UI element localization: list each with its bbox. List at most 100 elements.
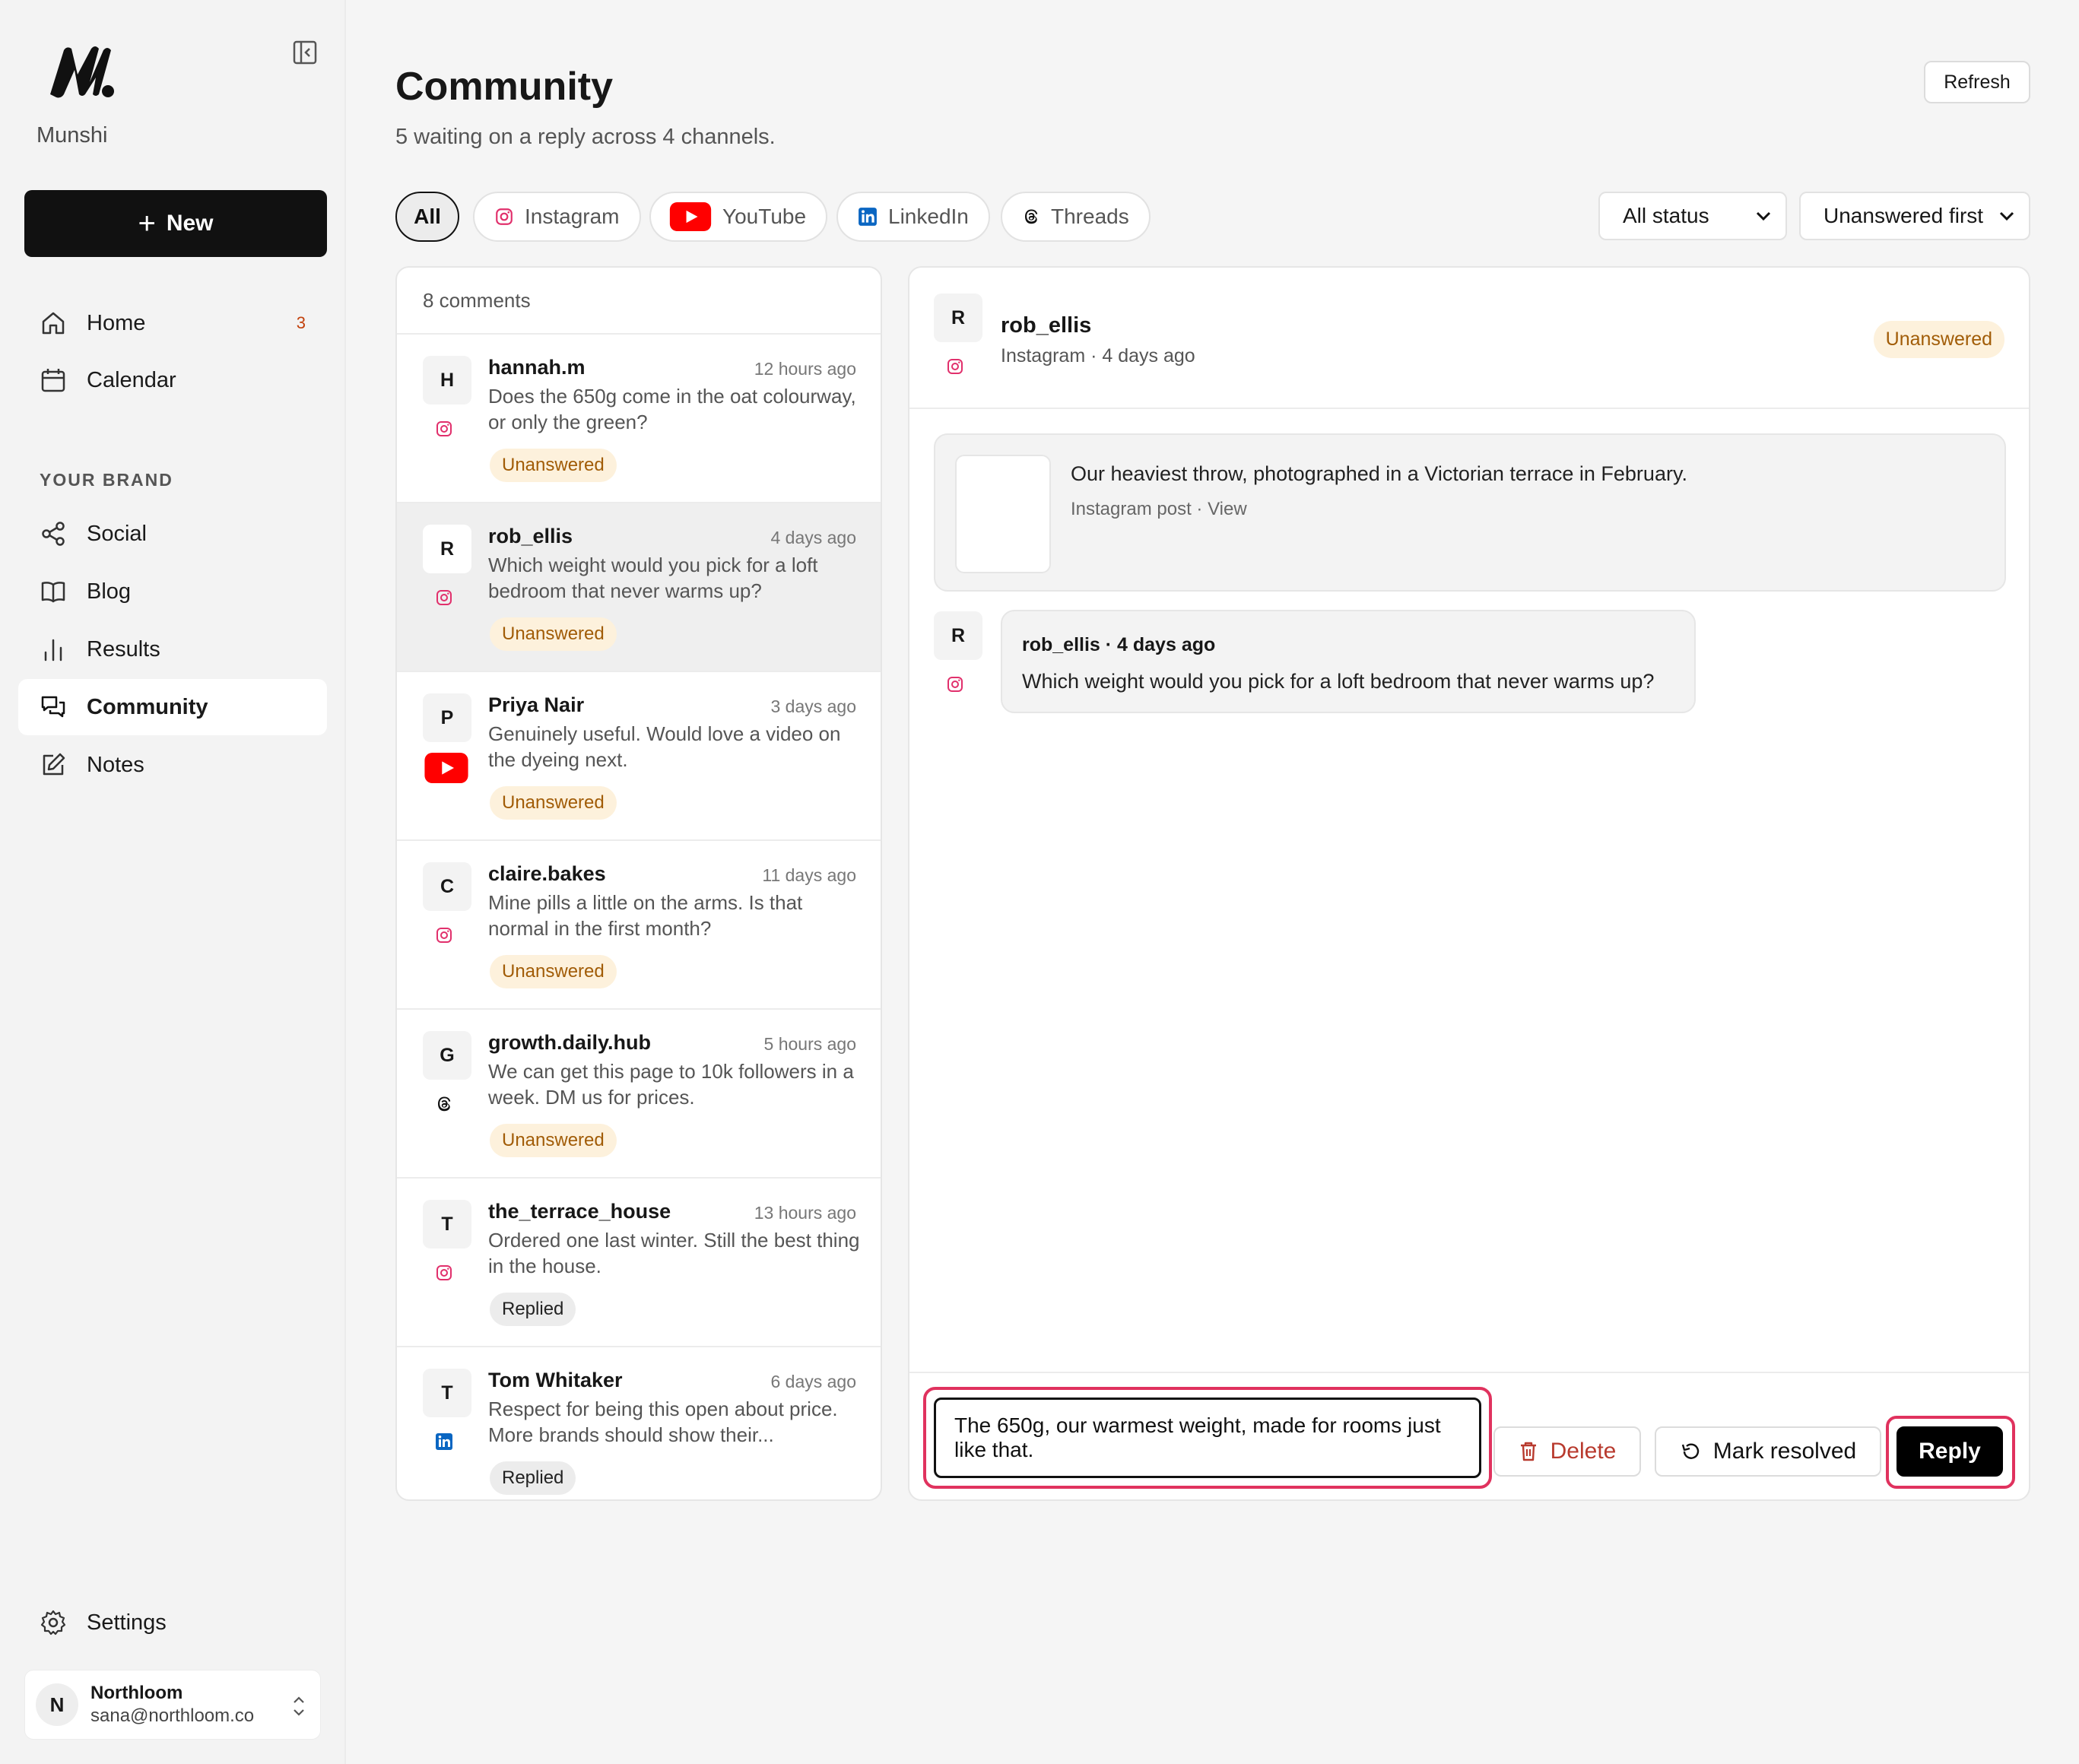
delete-button[interactable]: Delete xyxy=(1493,1426,1641,1477)
comment-text: We can get this page to 10k followers in… xyxy=(488,1060,854,1109)
notification-count-badge: 3 xyxy=(296,313,306,332)
sidebar-item-settings[interactable]: Settings xyxy=(18,1594,327,1651)
filter-chip-youtube[interactable]: YouTube xyxy=(649,192,828,242)
comment-list: 8 comments H hannah.m 12 hours ago Does … xyxy=(395,266,882,1501)
filter-chip-label: LinkedIn xyxy=(888,205,969,228)
detail-header: R rob_ellis Instagram · 4 days ago Unans… xyxy=(909,268,2029,409)
status-badge: Replied xyxy=(490,1293,576,1326)
bar-chart-icon xyxy=(44,639,62,662)
reply-button[interactable]: Reply xyxy=(1896,1426,2003,1477)
filter-chip-linkedin[interactable]: LinkedIn xyxy=(836,192,990,242)
sidebar-item-social[interactable]: Social xyxy=(18,506,327,562)
undo-icon xyxy=(1681,1443,1699,1459)
filter-chip-all[interactable]: All xyxy=(395,192,459,242)
status-badge: Unanswered xyxy=(490,955,617,988)
status-filter-value: All status xyxy=(1623,204,1709,227)
message-bubble: rob_ellis · 4 days ago Which weight woul… xyxy=(1001,610,1696,713)
filter-chip-label: All xyxy=(414,205,441,228)
comment-text: Mine pills a little on the arms. Is that… xyxy=(488,891,803,940)
book-icon xyxy=(41,582,65,603)
avatar: R xyxy=(934,611,982,660)
post-preview-card[interactable]: Our heaviest throw, photographed in a Vi… xyxy=(934,433,2006,592)
comment-item[interactable]: G growth.daily.hub 5 hours ago We can ge… xyxy=(397,1010,881,1179)
comment-item[interactable]: C claire.bakes 11 days ago Mine pills a … xyxy=(397,841,881,1010)
sort-select[interactable]: Unanswered first xyxy=(1799,192,2030,240)
share-icon xyxy=(42,522,65,546)
munshi-logo xyxy=(50,46,114,98)
status-badge: Replied xyxy=(490,1461,576,1495)
mark-resolved-button[interactable]: Mark resolved xyxy=(1655,1426,1881,1477)
new-button[interactable]: + New xyxy=(24,190,327,257)
instagram-icon xyxy=(435,1264,453,1282)
linkedin-icon xyxy=(858,207,878,227)
filter-chip-label: Instagram xyxy=(525,205,620,228)
sidebar-item-calendar[interactable]: Calendar xyxy=(18,352,327,408)
comment-time: 3 days ago xyxy=(770,696,856,716)
trash-icon xyxy=(1520,1442,1536,1461)
account-switcher[interactable]: N Northloom sana@northloom.co xyxy=(24,1670,321,1740)
avatar: T xyxy=(423,1369,471,1417)
collapse-sidebar-icon[interactable] xyxy=(292,40,318,65)
comment-item[interactable]: H hannah.m 12 hours ago Does the 650g co… xyxy=(397,335,881,503)
threads-icon xyxy=(1022,208,1040,226)
comment-time: 6 days ago xyxy=(770,1372,856,1391)
sidebar-item-label: Community xyxy=(87,694,208,719)
sidebar-item-label: Settings xyxy=(87,1610,167,1635)
avatar: P xyxy=(423,693,471,742)
youtube-icon xyxy=(669,202,712,231)
section-label-your-brand: YOUR BRAND xyxy=(40,470,173,490)
calendar-icon xyxy=(41,369,65,392)
comment-author: rob_ellis xyxy=(488,525,573,547)
comment-text: Respect for being this open about price.… xyxy=(488,1398,838,1446)
account-name: Northloom xyxy=(90,1683,183,1703)
sort-value: Unanswered first xyxy=(1823,204,1984,227)
linkedin-icon xyxy=(435,1432,453,1451)
sidebar-item-home[interactable]: Home 3 xyxy=(18,295,327,351)
reply-input[interactable]: The 650g, our warmest weight, made for r… xyxy=(934,1398,1481,1478)
status-filter-select[interactable]: All status xyxy=(1598,192,1787,240)
comment-text: Does the 650g come in the oat colourway,… xyxy=(488,385,856,433)
filter-chip-label: Threads xyxy=(1051,205,1129,228)
comment-item[interactable]: R rob_ellis 4 days ago Which weight woul… xyxy=(397,503,881,672)
avatar: C xyxy=(423,862,471,911)
filter-chip-instagram[interactable]: Instagram xyxy=(473,192,641,242)
comment-item[interactable]: T Tom Whitaker 6 days ago Respect for be… xyxy=(397,1347,881,1499)
avatar: H xyxy=(423,356,471,405)
chat-icon xyxy=(41,696,65,718)
sidebar-item-blog[interactable]: Blog xyxy=(18,563,327,620)
comment-author: growth.daily.hub xyxy=(488,1031,651,1054)
new-button-label: New xyxy=(166,211,214,236)
status-badge: Unanswered xyxy=(490,786,617,820)
edit-icon xyxy=(43,753,65,776)
comment-time: 11 days ago xyxy=(762,865,856,885)
status-badge: Unanswered xyxy=(490,1124,617,1157)
refresh-button[interactable]: Refresh xyxy=(1924,61,2030,103)
avatar: T xyxy=(423,1200,471,1248)
comment-item[interactable]: T the_terrace_house 13 hours ago Ordered… xyxy=(397,1179,881,1347)
sidebar-item-notes[interactable]: Notes xyxy=(18,737,327,793)
comment-time: 12 hours ago xyxy=(754,359,856,379)
chevron-down-icon xyxy=(1756,211,1771,221)
sidebar-item-community[interactable]: Community xyxy=(18,679,327,735)
post-meta-link[interactable]: Instagram post · View xyxy=(1071,499,1247,520)
instagram-icon xyxy=(435,589,453,607)
home-icon xyxy=(42,312,65,335)
post-caption: Our heaviest throw, photographed in a Vi… xyxy=(1071,462,1687,485)
instagram-icon xyxy=(435,420,453,438)
plus-icon: + xyxy=(138,207,156,240)
status-badge: Unanswered xyxy=(490,617,617,651)
sidebar-item-results[interactable]: Results xyxy=(18,621,327,677)
instagram-icon xyxy=(946,357,964,376)
comment-item[interactable]: P Priya Nair 3 days ago Genuinely useful… xyxy=(397,672,881,841)
sidebar-item-label: Blog xyxy=(87,579,132,604)
sidebar: Munshi + New Home 3 Calendar YOUR BRAND … xyxy=(0,0,346,1764)
mark-resolved-label: Mark resolved xyxy=(1712,1439,1857,1464)
comment-count: 8 comments xyxy=(397,268,881,335)
sidebar-item-label: Results xyxy=(87,636,160,662)
filter-chip-label: YouTube xyxy=(722,205,807,228)
chevron-down-icon xyxy=(1999,211,2014,221)
chevron-up-down-icon xyxy=(294,1696,304,1716)
filter-chip-threads[interactable]: Threads xyxy=(1001,192,1151,242)
avatar: G xyxy=(423,1031,471,1080)
brand-name: Munshi xyxy=(37,123,108,148)
